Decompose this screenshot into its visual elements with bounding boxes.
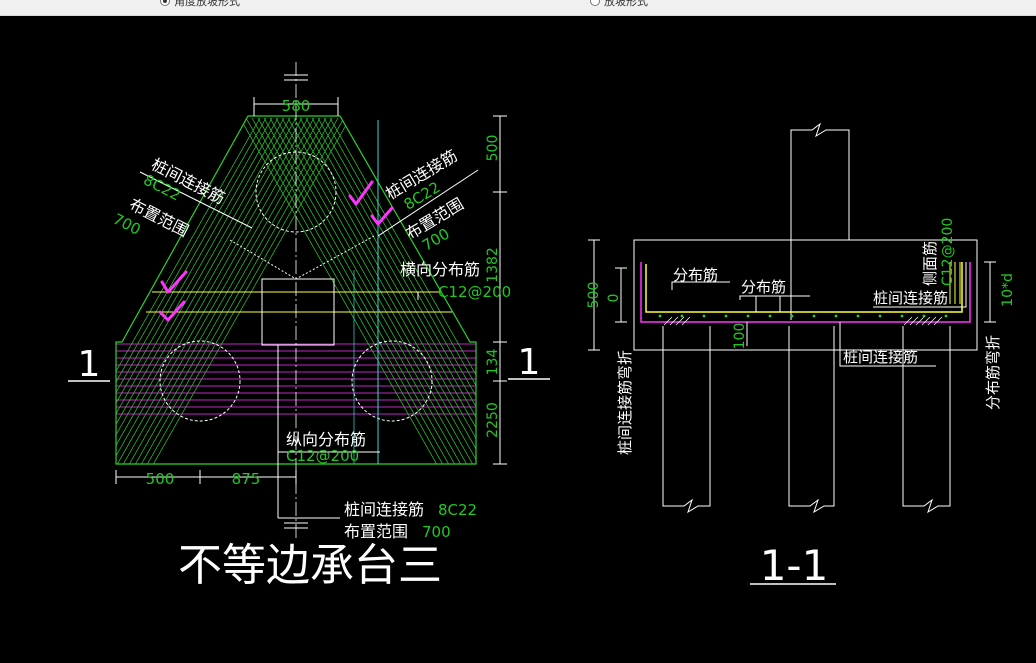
left-range-annotation: 布置范围 700 [110,195,192,241]
radio-dot-selected[interactable] [160,0,170,6]
bar-dot [834,314,838,318]
dim-top-value: 580 [282,97,311,115]
transverse-spec: C12@200 [438,283,511,301]
section-title: 1-1 [760,541,829,590]
section-pile-bar: 桩间连接筋 [873,289,948,307]
section-dim-0: 0 [606,294,622,303]
radio-slope[interactable]: 放坡形式 [590,0,648,8]
dim-right-3: 2250 [485,402,501,438]
bar-dot [856,314,860,318]
bar-dots [658,314,948,318]
dim-right-2: 134 [485,349,501,376]
pile-head-hatch [663,316,943,326]
pile-section-1 [662,326,711,514]
bar-dot [922,314,926,318]
bottom-range-value: 700 [422,523,451,541]
bar-dot [724,314,728,318]
dim-bottom-left: 500 [146,470,175,488]
bar-dot [702,314,706,318]
bottom-range-label: 布置范围 [344,522,408,541]
cad-drawing-canvas[interactable]: 580 500 875 500 1382 134 2250 1 1 桩间连接筋 … [0,15,1036,663]
section-side-bar: 侧面筋 [921,241,939,286]
bar-dot [878,314,882,318]
section-mark-left: 1 [68,344,110,385]
section-dist-bar-1: 分布筋 [673,266,718,284]
bar-dot [900,314,904,318]
dim-top: 580 [253,97,339,116]
pile-left [159,340,241,422]
plan-title: 不等边承台三 [178,540,442,591]
radio-label-angle-slope: 角度放坡形式 [174,0,240,8]
section-mark-right: 1 [508,342,550,383]
pile-cap-plan: 580 500 875 500 1382 134 2250 1 1 桩间连接筋 … [68,62,550,591]
section-1-1: 分布筋 分布筋 桩间连接筋 桩间连接筋 侧面筋 C12@200 500 0 10… [586,122,1016,590]
bar-dot [812,314,816,318]
bar-dot [658,314,662,318]
section-dim-500: 500 [586,282,602,309]
transverse-label: 横向分布筋 [400,260,480,279]
section-pile-bar-bottom: 桩间连接筋 [843,348,918,366]
dim-right-1: 1382 [485,247,501,283]
section-mark-left-text: 1 [78,344,101,385]
check-mark-3 [160,270,188,294]
bar-dot [768,314,772,318]
section-mark-right-text: 1 [518,342,541,383]
section-right-bend: 分布筋弯折 [984,335,1002,410]
bar-dot [746,314,750,318]
section-left-bend: 桩间连接筋弯折 [616,350,634,455]
dim-right-0: 500 [485,135,501,162]
bottom-rebar-label: 桩间连接筋 [344,500,424,519]
pile-right [351,340,433,422]
column-section [790,122,850,320]
bottom-rebar-spec: 8C22 [438,501,477,519]
section-right-bend-value: 10*d [1000,273,1016,307]
radio-dot[interactable] [590,0,600,6]
longitudinal-spec: C12@200 [286,447,359,465]
options-bar: 角度放坡形式 放坡形式 [0,0,1036,16]
dim-bottom: 500 875 [115,470,297,488]
bar-dot [680,314,684,318]
section-side-spec: C12@200 [940,218,956,286]
radio-label-slope: 放坡形式 [604,0,648,8]
section-dist-bar-2: 分布筋 [741,278,786,296]
bar-dot [790,314,794,318]
radio-angle-slope[interactable]: 角度放坡形式 [160,0,240,8]
pile-section-2 [788,326,835,514]
dim-bottom-mid: 875 [232,470,261,488]
bar-dot [944,314,948,318]
section-dims-right [984,261,996,323]
section-dim-100: 100 [732,323,748,350]
